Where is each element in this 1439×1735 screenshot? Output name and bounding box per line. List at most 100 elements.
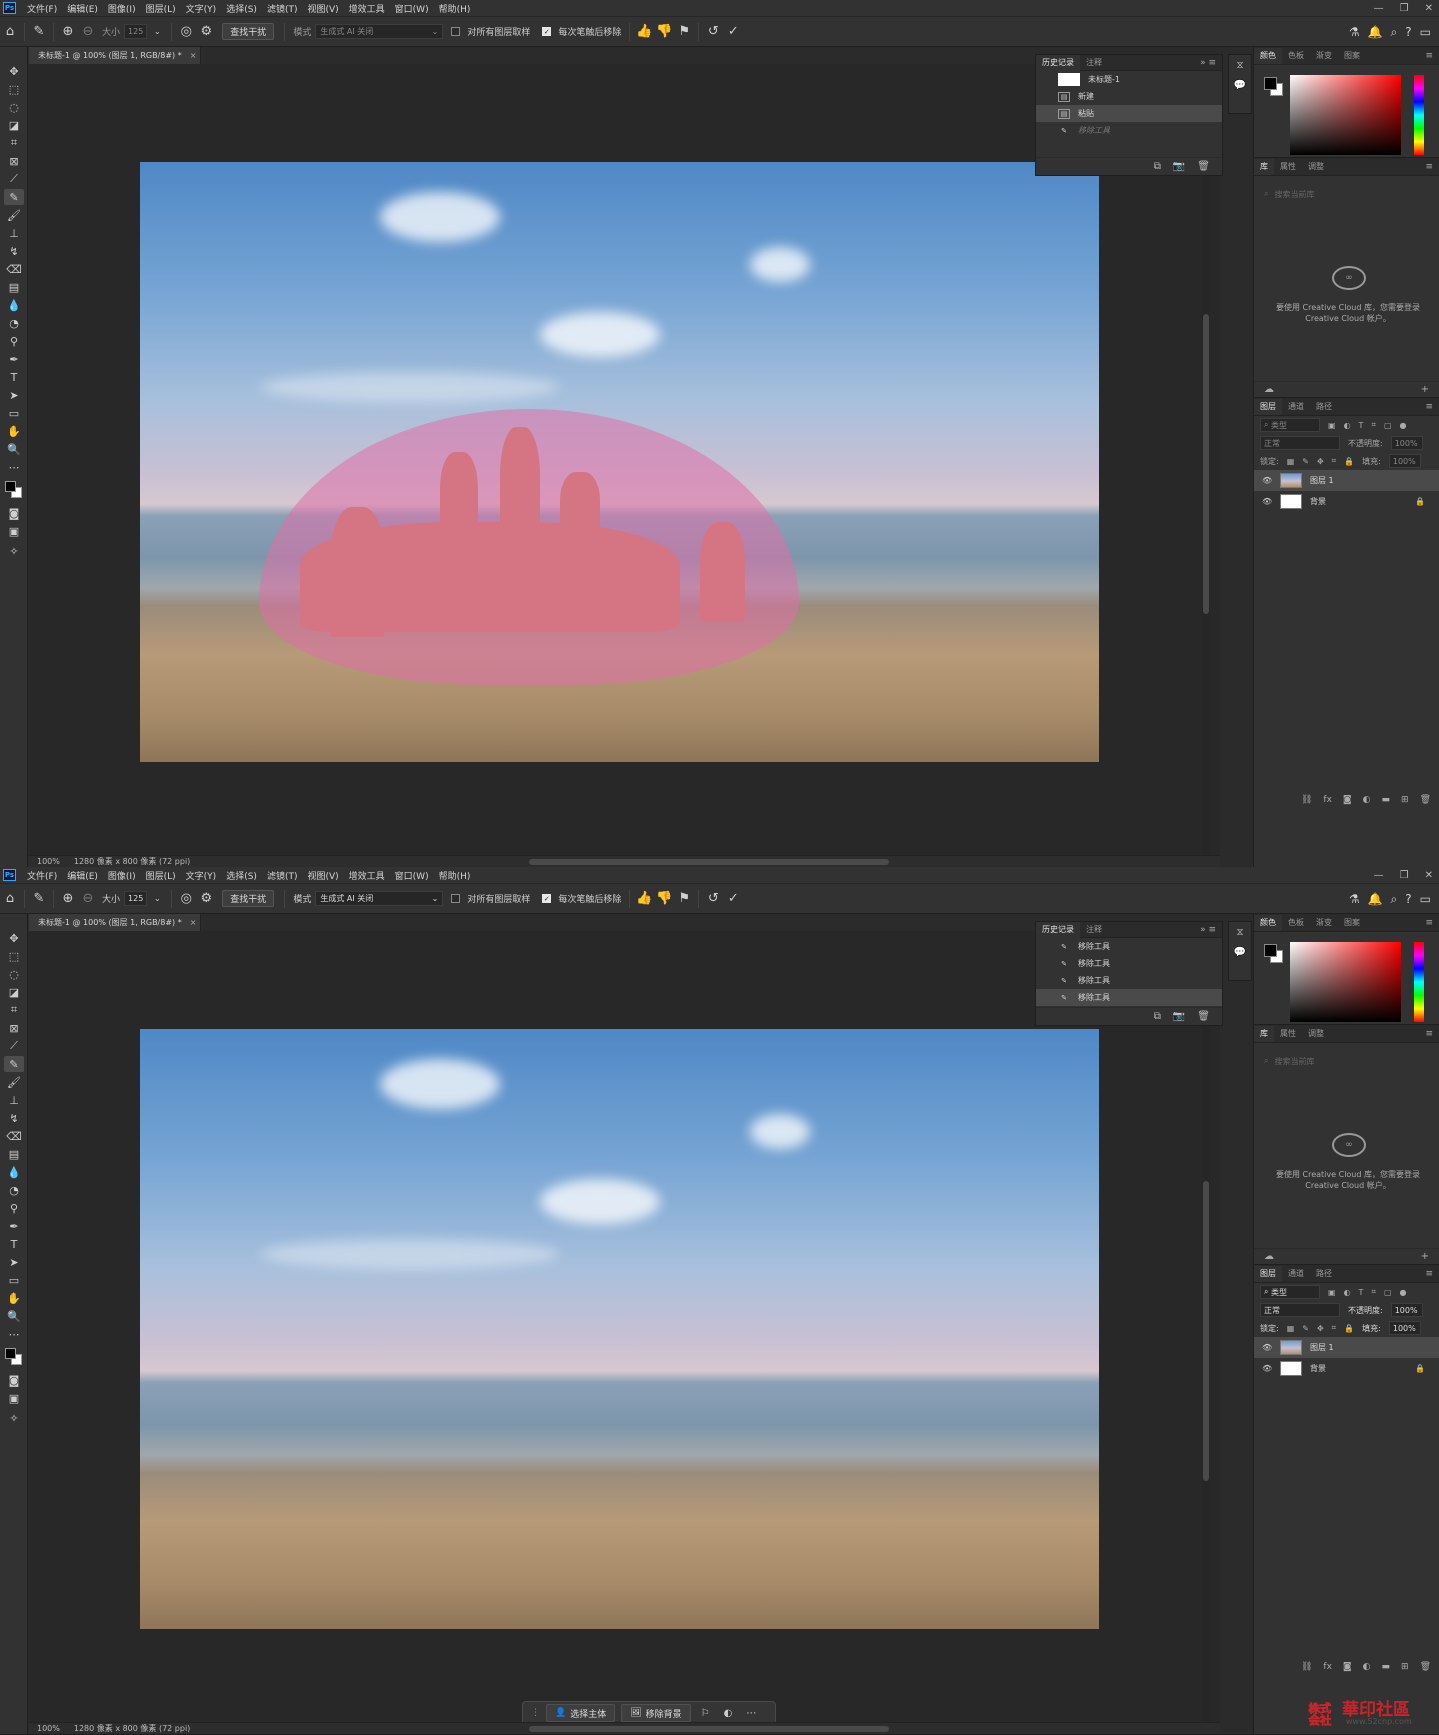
- blur-tool-icon[interactable]: 💧: [4, 1164, 24, 1180]
- rectangle-tool-icon[interactable]: ▭: [4, 1272, 24, 1288]
- lock-transparent-icon[interactable]: ▦: [1287, 457, 1295, 466]
- layer-row[interactable]: 👁 图层 1: [1254, 470, 1439, 491]
- menu-image[interactable]: 图像(I): [103, 2, 141, 15]
- history-panel-icon[interactable]: ⧖: [1229, 55, 1251, 75]
- eyedropper-tool-icon[interactable]: ⟋: [4, 171, 24, 187]
- history-item[interactable]: ▤ 粘贴: [1036, 105, 1222, 122]
- layer-name[interactable]: 背景: [1310, 496, 1326, 507]
- tab-patterns[interactable]: 图案: [1338, 915, 1366, 931]
- tab-history[interactable]: 历史记录: [1036, 921, 1080, 938]
- flask-icon[interactable]: ⚗: [1349, 25, 1360, 39]
- tab-channels[interactable]: 通道: [1282, 1266, 1310, 1282]
- menu-layer[interactable]: 图层(L): [141, 869, 181, 882]
- menu-edit[interactable]: 编辑(E): [62, 2, 103, 15]
- lock-transparent-icon[interactable]: ▦: [1287, 1324, 1295, 1333]
- new-layer-icon[interactable]: ⊞: [1401, 795, 1409, 805]
- find-distractions-button[interactable]: 查找干扰: [222, 890, 275, 907]
- tab-notes[interactable]: 注释: [1080, 55, 1108, 71]
- eye-icon[interactable]: 👁: [1262, 1343, 1272, 1352]
- filter-adjustment-icon[interactable]: ◐: [1344, 421, 1351, 430]
- new-document-from-state-icon[interactable]: ⧉: [1154, 1011, 1161, 1022]
- horizontal-scrollbar-thumb[interactable]: [529, 1726, 889, 1732]
- menu-edit[interactable]: 编辑(E): [62, 869, 103, 882]
- fill-input[interactable]: 100%: [1388, 1321, 1421, 1335]
- crop-tool-icon[interactable]: ⌗: [4, 135, 24, 151]
- filter-toggle-icon[interactable]: ●: [1400, 1288, 1407, 1297]
- filter-type-icon[interactable]: T: [1359, 421, 1364, 430]
- mask-icon[interactable]: ◙: [1343, 1662, 1352, 1672]
- thumbs-up-icon[interactable]: 👍: [634, 22, 654, 42]
- lock-image-icon[interactable]: ✎: [1302, 457, 1309, 466]
- bell-icon[interactable]: 🔔: [1368, 892, 1383, 906]
- link-icon[interactable]: ⛓: [1301, 795, 1312, 805]
- lasso-tool-icon[interactable]: ◌: [4, 99, 24, 115]
- scrollbar-thumb[interactable]: [1203, 1181, 1209, 1481]
- filter-toggle-icon[interactable]: ●: [1400, 421, 1407, 430]
- eyedropper-tool-icon[interactable]: ⟋: [4, 1038, 24, 1054]
- gear-icon[interactable]: ⚙: [196, 889, 216, 909]
- dodge-tool-icon[interactable]: ◔: [4, 1182, 24, 1198]
- move-tool-icon[interactable]: ✥: [4, 63, 24, 79]
- beach-photo-castle-removed[interactable]: [140, 1029, 1099, 1629]
- zoom-lens-icon[interactable]: ⚲: [4, 333, 24, 349]
- more-tools-icon[interactable]: ⋯: [4, 459, 24, 475]
- undo-icon[interactable]: ↺: [703, 22, 723, 42]
- undo-icon[interactable]: ↺: [703, 889, 723, 909]
- lock-position-icon[interactable]: ✥: [1317, 457, 1324, 466]
- rectangle-tool-icon[interactable]: ▭: [4, 405, 24, 421]
- menu-plugins[interactable]: 增效工具: [344, 869, 390, 882]
- tab-history[interactable]: 历史记录: [1036, 54, 1080, 71]
- camera-icon[interactable]: 📷: [1173, 1011, 1185, 1022]
- tab-gradients[interactable]: 渐变: [1310, 48, 1338, 64]
- menu-window[interactable]: 窗口(W): [390, 2, 434, 15]
- tab-swatches[interactable]: 色板: [1282, 48, 1310, 64]
- size-input[interactable]: 125: [124, 891, 148, 906]
- opacity-input[interactable]: 100%: [1390, 436, 1423, 450]
- blend-mode-select[interactable]: 正常: [1260, 436, 1340, 450]
- panel-menu-icon[interactable]: ≡: [1425, 402, 1439, 412]
- link-icon[interactable]: ⛓: [1301, 1662, 1312, 1672]
- tab-properties[interactable]: 属性: [1274, 1026, 1302, 1042]
- document-info[interactable]: 1280 像素 x 800 像素 (72 ppi): [74, 1723, 190, 1734]
- home-icon[interactable]: ⌂: [0, 22, 20, 42]
- cloud-sync-icon[interactable]: ☁: [1264, 384, 1274, 395]
- menu-help[interactable]: 帮助(H): [434, 2, 476, 15]
- select-subject-button[interactable]: 👤 选择主体: [546, 1704, 616, 1722]
- menu-type[interactable]: 文字(Y): [181, 2, 222, 15]
- brush-subtract-icon[interactable]: ⊖: [78, 889, 98, 909]
- thumbs-up-icon[interactable]: 👍: [634, 889, 654, 909]
- pressure-icon[interactable]: ◎: [176, 889, 196, 909]
- filter-type-icon[interactable]: T: [1359, 1288, 1364, 1297]
- close-icon[interactable]: ×: [190, 918, 197, 927]
- layer-row[interactable]: 👁 图层 1: [1254, 1337, 1439, 1358]
- layer-row[interactable]: 👁 背景 🔒: [1254, 1358, 1439, 1379]
- history-panel-icon[interactable]: ⧖: [1229, 922, 1251, 942]
- close-icon[interactable]: ×: [190, 51, 197, 60]
- fx-icon[interactable]: fx: [1323, 1662, 1332, 1672]
- sample-all-layers-checkbox[interactable]: [451, 894, 461, 903]
- history-brush-icon[interactable]: ↯: [4, 1110, 24, 1126]
- close-icon[interactable]: ✕: [1425, 3, 1433, 14]
- layer-filter-select[interactable]: ⌕ 类型: [1260, 418, 1320, 432]
- flask-icon[interactable]: ⚗: [1349, 892, 1360, 906]
- hue-slider[interactable]: [1414, 75, 1424, 155]
- brush-add-icon[interactable]: ⊕: [58, 22, 78, 42]
- more-tools-icon[interactable]: ⋯: [4, 1326, 24, 1342]
- lasso-tool-icon[interactable]: ◌: [4, 966, 24, 982]
- flag-icon[interactable]: ⚑: [674, 22, 694, 42]
- history-brush-icon[interactable]: ↯: [4, 243, 24, 259]
- tab-notes[interactable]: 注释: [1080, 922, 1108, 938]
- tab-libraries[interactable]: 库: [1254, 158, 1274, 175]
- generative-icon[interactable]: ✧: [4, 543, 24, 559]
- dodge-tool-icon[interactable]: ◔: [4, 315, 24, 331]
- color-picker-field[interactable]: [1290, 942, 1401, 1022]
- zoom-tool-icon[interactable]: 🔍: [4, 1308, 24, 1324]
- frame-tool-icon[interactable]: ⊠: [4, 153, 24, 169]
- new-layer-icon[interactable]: ⊞: [1401, 1662, 1409, 1672]
- marquee-tool-icon[interactable]: ⬚: [4, 948, 24, 964]
- beach-photo-with-sandcastle[interactable]: [140, 162, 1099, 762]
- tab-color[interactable]: 颜色: [1254, 47, 1282, 64]
- document-info[interactable]: 1280 像素 x 800 像素 (72 ppi): [74, 856, 190, 867]
- mode-select[interactable]: 生成式 AI 关闭 ⌄: [315, 891, 444, 906]
- tab-gradients[interactable]: 渐变: [1310, 915, 1338, 931]
